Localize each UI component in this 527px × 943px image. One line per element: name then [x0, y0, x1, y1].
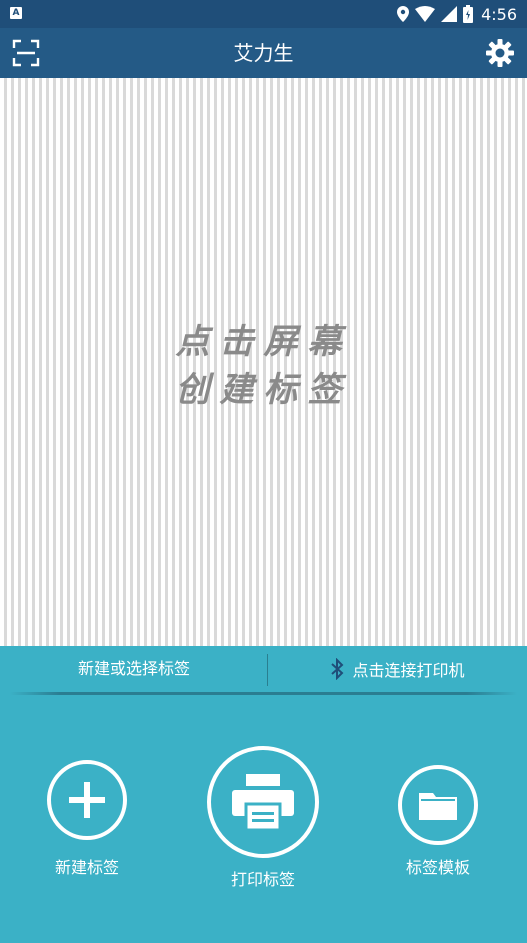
- app-title: 艾力生: [233, 41, 294, 65]
- printer-icon: [232, 774, 294, 830]
- signal-icon: [441, 6, 458, 22]
- label-template-circle: [398, 765, 478, 845]
- label-canvas[interactable]: 点击屏幕 创建标签: [0, 78, 527, 646]
- plus-icon: [69, 782, 105, 818]
- canvas-hint-line1: 点击屏幕: [175, 322, 352, 362]
- battery-icon: [463, 5, 474, 23]
- status-bar: A 4:56: [0, 0, 527, 28]
- new-label-button[interactable]: 新建标签: [47, 760, 127, 878]
- folder-icon: [419, 793, 457, 820]
- print-label-text: 打印标签: [230, 870, 295, 889]
- bottom-panel: 新建或选择标签 点击连接打印机 新建标签 打印标签 标签模板: [0, 646, 527, 943]
- notification-icon: A: [10, 7, 22, 19]
- new-label-circle: [47, 760, 127, 840]
- status-time: 4:56: [481, 4, 517, 24]
- canvas-hint: 点击屏幕 创建标签: [0, 318, 527, 414]
- print-label-button[interactable]: 打印标签: [207, 746, 319, 890]
- connect-printer-label: 点击连接打印机: [352, 661, 465, 680]
- action-bar: 新建或选择标签 点击连接打印机: [0, 646, 527, 692]
- panel-divider: [10, 692, 517, 695]
- bluetooth-icon: [331, 658, 344, 680]
- status-icons: 4:56: [397, 4, 517, 24]
- wifi-icon: [415, 6, 436, 22]
- canvas-hint-line2: 创建标签: [175, 370, 352, 410]
- connect-printer-button[interactable]: 点击连接打印机: [268, 646, 527, 692]
- location-icon: [397, 6, 410, 22]
- label-template-button[interactable]: 标签模板: [398, 765, 478, 878]
- new-label-text: 新建标签: [54, 858, 119, 877]
- label-template-text: 标签模板: [405, 858, 470, 877]
- new-or-select-label-button[interactable]: 新建或选择标签: [0, 646, 268, 692]
- app-bar: 艾力生: [0, 28, 527, 78]
- print-label-circle: [207, 746, 319, 858]
- gear-icon[interactable]: [485, 38, 515, 68]
